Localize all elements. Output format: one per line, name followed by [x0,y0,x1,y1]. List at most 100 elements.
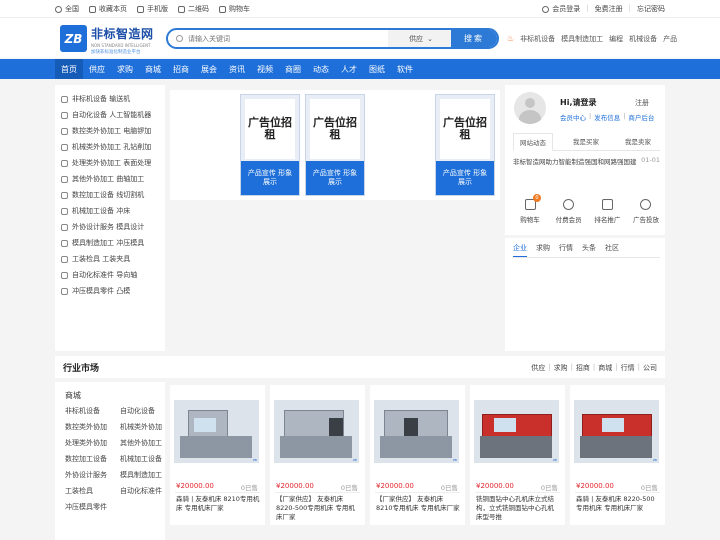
forgot-password-link[interactable]: 忘记密码 [637,4,665,14]
mall-category-item[interactable]: 机械加工设备 [120,454,165,466]
ad-slot[interactable]: 广告位招租 产品宣传 形象展示 [435,94,495,196]
nav-talent[interactable]: 人才 [335,59,363,79]
product-card[interactable]: ZB ¥20000.00 0已售 【厂家供应】 友泰机床 8210专用机床 专用… [370,385,465,525]
news-item[interactable]: 非标智造网助力智能制造强国和网路强国建 01-01 [513,156,660,166]
category-item[interactable]: 模具制造加工 冲压模具 [55,235,165,251]
mall-category-item[interactable]: 非标机设备 [65,406,120,418]
nav-exhibition[interactable]: 展会 [195,59,223,79]
tab-company[interactable]: 企业 [513,243,527,257]
vip-shortcut[interactable]: 付费会员 [552,199,586,224]
nav-mall[interactable]: 商城 [139,59,167,79]
nav-drawings[interactable]: 图纸 [363,59,391,79]
ad-slot[interactable]: 广告位招租 产品宣传 形象展示 [240,94,300,196]
mall-category-item[interactable]: 机械类外协加 [120,422,165,434]
search-input[interactable] [188,32,388,45]
avatar[interactable] [514,92,546,124]
category-item[interactable]: 机械加工设备 冲床 [55,203,165,219]
ad-slot[interactable]: 广告位招租 产品宣传 形象展示 [305,94,365,196]
product-image[interactable]: ZB [174,400,259,463]
hot-keyword[interactable]: 机械设备 [629,34,657,44]
nav-video[interactable]: 视频 [251,59,279,79]
tab-buyer[interactable]: 我是买家 [567,133,605,150]
category-item[interactable]: 数控加工设备 线切割机 [55,187,165,203]
nav-news[interactable]: 资讯 [223,59,251,79]
bookmark-link[interactable]: 收藏本页 [89,4,127,14]
market-link[interactable]: 招商 [576,363,590,373]
product-image[interactable]: ZB [574,400,659,463]
mall-category-item[interactable]: 模具制造加工 [120,470,165,482]
search-category-select[interactable]: 供应 ⌄ [388,30,454,47]
tab-buy[interactable]: 求购 [536,243,550,257]
tab-seller[interactable]: 我是卖家 [619,133,657,150]
merchant-backend-link[interactable]: 商户后台 [628,112,654,122]
mall-category-item[interactable]: 处理类外协加 [65,438,120,450]
rank-shortcut[interactable]: 排名推广 [590,199,624,224]
mall-category-item[interactable]: 数控加工设备 [65,454,120,466]
hot-keyword[interactable]: 产品 [663,34,677,44]
market-link[interactable]: 公司 [643,363,657,373]
mobile-link[interactable]: 手机版 [137,4,168,14]
product-sold: 0已售 [440,484,458,492]
product-title[interactable]: 铣铜面钻中心孔机床立式结构，立式铣铜面钻中心孔机床型号推 [476,495,560,522]
nav-dynamics[interactable]: 动态 [307,59,335,79]
category-item[interactable]: 自动化设备 人工智能机器 [55,107,165,123]
market-link[interactable]: 商城 [598,363,612,373]
mall-category-item[interactable]: 自动化标准件 [120,486,165,498]
product-title[interactable]: 森骑 | 友泰机床 8220-500专用机床 专用机床厂家 [576,495,660,513]
product-title[interactable]: 森骑 | 友泰机床 8210专用机床 专用机床厂家 [176,495,260,513]
nav-supply[interactable]: 供应 [83,59,111,79]
ad-shortcut[interactable]: 广告投放 [629,199,663,224]
member-center-link[interactable]: 会员中心 [560,112,586,122]
tab-market[interactable]: 行情 [559,243,573,257]
category-item[interactable]: 其他外协加工 曲轴加工 [55,171,165,187]
site-logo[interactable]: ZB 非标智造网 NON STANDARD INTELLIGENT 加快非标准化… [60,25,154,55]
market-link[interactable]: 行情 [621,363,635,373]
search-button[interactable]: 搜索 [451,30,497,47]
mall-category-item[interactable]: 外协设计服务 [65,470,120,482]
tab-community[interactable]: 社区 [605,243,619,257]
category-item[interactable]: 外协设计服务 模具设计 [55,219,165,235]
login-greeting[interactable]: Hi,请登录 [560,97,596,108]
category-item[interactable]: 非标机设备 输送机 [55,91,165,107]
login-link[interactable]: 会员登录 [542,4,580,14]
nav-investment[interactable]: 招商 [167,59,195,79]
category-item[interactable]: 机械类外协加工 孔钻削加 [55,139,165,155]
product-image[interactable]: ZB [374,400,459,463]
qrcode-link[interactable]: 二维码 [178,4,209,14]
product-image[interactable]: ZB [474,400,559,463]
nav-home[interactable]: 首页 [55,59,83,79]
mall-category-item[interactable]: 冲压模具零件 [65,502,120,514]
tab-site-news[interactable]: 网站动态 [513,133,553,151]
region-link[interactable]: 全国 [55,4,79,14]
category-item[interactable]: 工装检具 工装夹具 [55,251,165,267]
register-button[interactable]: 注册 [635,98,649,108]
cart-link[interactable]: 购物车 [219,4,250,14]
product-card[interactable]: ZB ¥20000.00 0已售 森骑 | 友泰机床 8210专用机床 专用机床… [170,385,265,525]
mall-category-item[interactable]: 自动化设备 [120,406,165,418]
hot-keyword[interactable]: 模具制造加工 [561,34,603,44]
category-item[interactable]: 处理类外协加工 表面处理 [55,155,165,171]
market-link[interactable]: 供应 [531,363,545,373]
product-image[interactable]: ZB [274,400,359,463]
nav-software[interactable]: 软件 [391,59,419,79]
market-link[interactable]: 求购 [554,363,568,373]
hot-keyword[interactable]: 非标机设备 [520,34,555,44]
register-link[interactable]: 免费注册 [595,4,623,14]
mall-category-item[interactable]: 数控类外协加 [65,422,120,434]
mall-category-item[interactable]: 其他外协加工 [120,438,165,450]
product-title[interactable]: 【厂家供应】 友泰机床 8220-500专用机床 专用机床厂家 [276,495,360,522]
tab-headlines[interactable]: 头条 [582,243,596,257]
product-card[interactable]: ZB ¥20000.00 0已售 森骑 | 友泰机床 8220-500专用机床 … [570,385,665,525]
product-card[interactable]: ZB ¥20000.00 0已售 铣铜面钻中心孔机床立式结构，立式铣铜面钻中心孔… [470,385,565,525]
hot-keyword[interactable]: 编程 [609,34,623,44]
product-card[interactable]: ZB ¥20000.00 0已售 【厂家供应】 友泰机床 8220-500专用机… [270,385,365,525]
cart-shortcut[interactable]: 0 购物车 [513,194,547,224]
product-title[interactable]: 【厂家供应】 友泰机床 8210专用机床 专用机床厂家 [376,495,460,513]
nav-buy[interactable]: 求购 [111,59,139,79]
nav-circle[interactable]: 商圈 [279,59,307,79]
category-item[interactable]: 自动化标准件 导向轴 [55,267,165,283]
category-item[interactable]: 冲压模具零件 凸模 [55,283,165,299]
mall-category-item[interactable]: 工装检具 [65,486,120,498]
category-item[interactable]: 数控类外协加工 电脑锣加 [55,123,165,139]
publish-info-link[interactable]: 发布信息 [594,112,620,122]
